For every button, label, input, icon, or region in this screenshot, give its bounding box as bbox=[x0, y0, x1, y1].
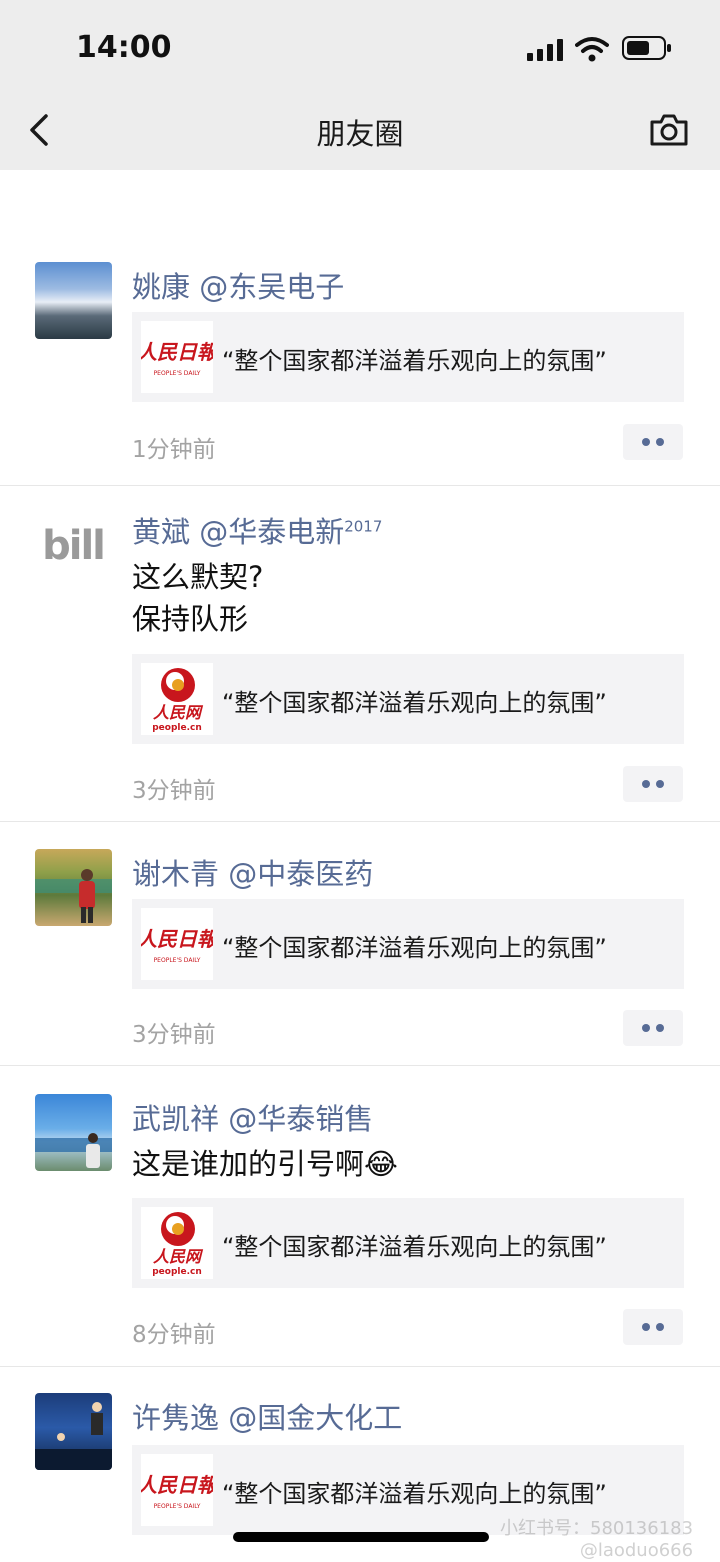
moment-post: bill 黄斌 @华泰电新2017 这么默契? 保持队形 人民网 people.… bbox=[0, 507, 720, 822]
svg-text:PEOPLE'S DAILY: PEOPLE'S DAILY bbox=[154, 957, 201, 964]
svg-text:人民日報: 人民日報 bbox=[141, 927, 213, 951]
page-title: 朋友圈 bbox=[316, 117, 404, 151]
author-name[interactable]: 姚康 @东吴电子 bbox=[132, 264, 344, 306]
dot-icon bbox=[656, 780, 664, 788]
dot-icon bbox=[642, 1323, 650, 1331]
people-cn-logo: 人民网 people.cn bbox=[141, 663, 213, 735]
svg-text:people.cn: people.cn bbox=[152, 1267, 202, 1277]
author-name[interactable]: 武凯祥 @华泰销售 bbox=[132, 1096, 373, 1138]
post-text-line: 保持队形 bbox=[132, 602, 249, 636]
cellular-signal-icon bbox=[527, 39, 563, 61]
shared-link-card[interactable]: 人民网 people.cn “整个国家都洋溢着乐观向上的氛围” bbox=[132, 654, 684, 744]
svg-text:人民日報: 人民日報 bbox=[141, 340, 213, 364]
author-name[interactable]: 许隽逸 @国金大化工 bbox=[132, 1395, 402, 1437]
post-time: 3分钟前 bbox=[132, 1022, 216, 1048]
svg-text:人民日報: 人民日報 bbox=[141, 1473, 213, 1497]
status-bar: 14:00 bbox=[0, 0, 720, 95]
shared-link-card[interactable]: 人民日報 PEOPLE'S DAILY “整个国家都洋溢着乐观向上的氛围” bbox=[132, 899, 684, 989]
camera-icon[interactable] bbox=[648, 110, 690, 150]
more-actions-button[interactable] bbox=[623, 424, 683, 460]
more-actions-button[interactable] bbox=[623, 1010, 683, 1046]
more-actions-button[interactable] bbox=[623, 766, 683, 802]
moment-post: 谢木青 @中泰医药 人民日報 PEOPLE'S DAILY “整个国家都洋溢着乐… bbox=[0, 849, 720, 1066]
home-indicator[interactable] bbox=[233, 1532, 489, 1542]
post-time: 3分钟前 bbox=[132, 778, 216, 804]
svg-text:人民网: 人民网 bbox=[153, 1247, 204, 1266]
author-name[interactable]: 黄斌 @华泰电新2017 bbox=[132, 509, 382, 551]
link-title: “整个国家都洋溢着乐观向上的氛围” bbox=[222, 347, 607, 375]
link-title: “整个国家都洋溢着乐观向上的氛围” bbox=[222, 934, 607, 962]
shared-link-card[interactable]: 人民日報 PEOPLE'S DAILY “整个国家都洋溢着乐观向上的氛围” bbox=[132, 312, 684, 402]
avatar[interactable]: bill bbox=[35, 507, 112, 584]
avatar[interactable] bbox=[35, 1393, 112, 1470]
watermark-line: @laoduo666 bbox=[579, 1540, 694, 1561]
link-title: “整个国家都洋溢着乐观向上的氛围” bbox=[222, 1480, 607, 1508]
people-daily-logo: 人民日報 PEOPLE'S DAILY bbox=[137, 908, 220, 980]
dot-icon bbox=[642, 780, 650, 788]
dot-icon bbox=[656, 1024, 664, 1032]
post-time: 1分钟前 bbox=[132, 437, 216, 463]
moment-post: 武凯祥 @华泰销售 这是谁加的引号啊😂 人民网 people.cn “整个国家都… bbox=[0, 1094, 720, 1367]
svg-text:bill: bill bbox=[42, 523, 104, 569]
dot-icon bbox=[656, 438, 664, 446]
people-daily-logo: 人民日報 PEOPLE'S DAILY bbox=[137, 1454, 220, 1526]
dot-icon bbox=[642, 438, 650, 446]
dot-icon bbox=[642, 1024, 650, 1032]
people-cn-logo: 人民网 people.cn bbox=[141, 1207, 213, 1279]
post-text-line: 这是谁加的引号啊😂 bbox=[132, 1147, 398, 1181]
dot-icon bbox=[656, 1323, 664, 1331]
status-time: 14:00 bbox=[76, 30, 172, 65]
svg-text:PEOPLE'S DAILY: PEOPLE'S DAILY bbox=[154, 370, 201, 377]
link-title: “整个国家都洋溢着乐观向上的氛围” bbox=[222, 689, 607, 717]
author-name[interactable]: 谢木青 @中泰医药 bbox=[132, 851, 373, 893]
wifi-icon bbox=[575, 37, 609, 62]
more-actions-button[interactable] bbox=[623, 1309, 683, 1345]
post-time: 8分钟前 bbox=[132, 1322, 216, 1348]
post-text-line: 这么默契? bbox=[132, 560, 264, 594]
watermark: 小红书号：580136183 @laoduo666 bbox=[500, 1518, 693, 1562]
link-title: “整个国家都洋溢着乐观向上的氛围” bbox=[222, 1233, 607, 1261]
nav-bar: 朋友圈 bbox=[0, 95, 720, 170]
watermark-line: 小红书号：580136183 bbox=[500, 1518, 694, 1539]
shared-link-card[interactable]: 人民网 people.cn “整个国家都洋溢着乐观向上的氛围” bbox=[132, 1198, 684, 1288]
avatar[interactable] bbox=[35, 1094, 112, 1171]
name-superscript: 2017 bbox=[344, 517, 383, 536]
moment-post: 姚康 @东吴电子 人民日報 PEOPLE'S DAILY “整个国家都洋溢着乐观… bbox=[0, 262, 720, 486]
moments-feed[interactable]: 姚康 @东吴电子 人民日報 PEOPLE'S DAILY “整个国家都洋溢着乐观… bbox=[0, 170, 720, 1558]
svg-text:人民网: 人民网 bbox=[153, 703, 204, 722]
avatar[interactable] bbox=[35, 262, 112, 339]
battery-icon bbox=[622, 36, 671, 60]
avatar[interactable] bbox=[35, 849, 112, 926]
people-daily-logo: 人民日報 PEOPLE'S DAILY bbox=[137, 321, 220, 393]
svg-text:PEOPLE'S DAILY: PEOPLE'S DAILY bbox=[154, 1503, 201, 1510]
author-name-text[interactable]: 黄斌 @华泰电新 bbox=[132, 515, 344, 549]
svg-text:people.cn: people.cn bbox=[152, 723, 202, 733]
